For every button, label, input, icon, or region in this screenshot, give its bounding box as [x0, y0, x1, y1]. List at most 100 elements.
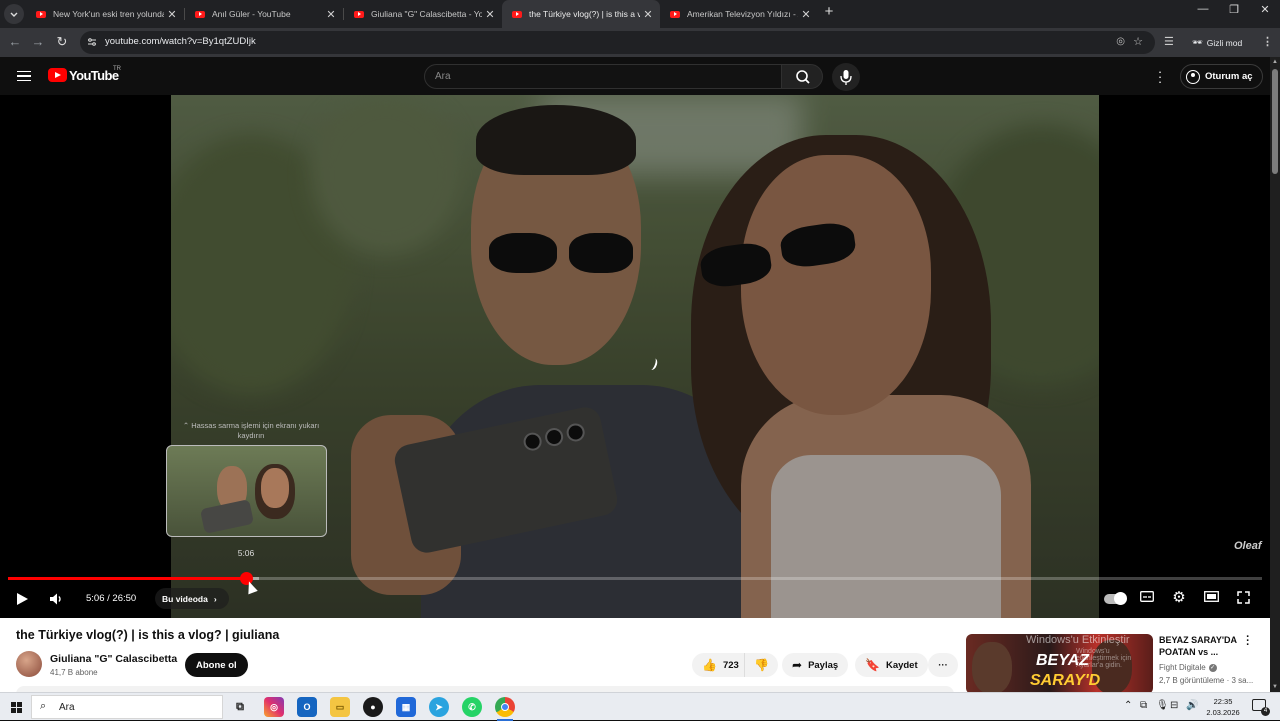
scroll-down-icon[interactable]: ▼ [1272, 684, 1278, 690]
address-bar[interactable]: youtube.com/watch?v=By1qtZUDIjk ◎ ☆ [80, 31, 1155, 54]
microphone-tray-icon[interactable]: 🎙 [1156, 700, 1169, 711]
reload-icon[interactable]: ↻ [53, 34, 71, 50]
search-icon: ⌕ [40, 700, 47, 712]
tray-app-icon[interactable]: ⧉ [1140, 700, 1147, 711]
volume-icon[interactable] [49, 592, 63, 606]
scroll-up-icon[interactable]: ▲ [1272, 59, 1278, 65]
incognito-indicator[interactable]: 🕶 Gizli mod [1186, 33, 1248, 52]
youtube-favicon-icon [512, 10, 522, 18]
trello-icon[interactable]: ▦ [396, 697, 416, 717]
site-info-icon[interactable] [87, 37, 97, 47]
incognito-browser-icon[interactable]: ● [363, 697, 383, 717]
browser-tab[interactable]: Giuliana "G" Calascibetta - You ✕ [344, 0, 502, 28]
recommendation-channel-name: Fight Digitale [1159, 663, 1206, 672]
chrome-icon[interactable] [495, 697, 515, 721]
autoplay-toggle[interactable] [1104, 592, 1127, 605]
subscribe-button[interactable]: Abone ol [185, 653, 248, 677]
close-tab-icon[interactable]: ✕ [798, 8, 814, 21]
search-button[interactable] [781, 64, 823, 89]
browser-toolbar: ← → ↻ youtube.com/watch?v=By1qtZUDIjk ◎ … [0, 28, 1280, 57]
search-icon [796, 70, 810, 84]
bookmark-star-icon[interactable]: ☆ [1133, 35, 1143, 48]
channel-watermark[interactable]: Oleaf [1234, 540, 1262, 552]
youtube-favicon-icon [195, 10, 205, 18]
subscriber-count: 41,7 B abone [50, 668, 98, 677]
recommendation-menu-icon[interactable]: · · · [1244, 632, 1252, 651]
video-frame[interactable] [171, 95, 1099, 618]
more-actions-button[interactable]: ··· [928, 653, 958, 677]
restore-window-icon[interactable]: ❐ [1224, 3, 1244, 16]
browser-tab-active[interactable]: the Türkiye vlog(?) | is this a vlo ✕ [502, 0, 660, 28]
close-tab-icon[interactable]: ✕ [482, 8, 498, 21]
minimize-window-icon[interactable]: — [1193, 3, 1213, 15]
recommendation-title[interactable]: BEYAZ SARAY'DA POATAN vs ... [1159, 634, 1237, 658]
browser-tab[interactable]: Anıl Güler - YouTube ✕ [185, 0, 343, 28]
whatsapp-icon[interactable]: ✆ [462, 697, 482, 717]
subtitles-icon[interactable] [1138, 591, 1156, 605]
tracking-protection-eye-icon[interactable]: ◎ [1116, 36, 1125, 47]
scrollbar-thumb[interactable] [1272, 69, 1278, 174]
close-tab-icon[interactable]: ✕ [164, 8, 180, 21]
search-input[interactable]: Ara [424, 64, 782, 89]
windows-activation-watermark-sub: Windows'u etkinleştirmek için Ayarlar'a … [1076, 648, 1132, 669]
system-clock[interactable]: 22:35 2.03.2026 [1200, 696, 1246, 718]
forward-arrow-icon[interactable]: → [29, 34, 47, 49]
task-view-icon[interactable]: ⧉ [230, 697, 250, 717]
chapter-button[interactable]: Bu videoda › [155, 588, 229, 609]
like-button[interactable]: 👍 723 [692, 653, 747, 677]
network-icon[interactable]: ⊟ [1170, 700, 1178, 711]
channel-name[interactable]: Giuliana "G" Calascibetta [50, 653, 177, 665]
recommendation-channel[interactable]: Fight Digitale ✓ [1159, 663, 1217, 672]
taskbar-search-placeholder: Ara [59, 702, 75, 713]
settings-kebab-icon[interactable]: · · · [1156, 65, 1164, 88]
file-explorer-icon[interactable]: ▭ [330, 697, 350, 717]
youtube-favicon-icon [354, 10, 364, 18]
windows-taskbar: ⌕ Ara ⧉ ◎ O ▭ ● ▦ ➤ ✆ ⌃ ⧉ 🎙 ⊟ 🔊 22:35 2.… [0, 692, 1280, 721]
volume-tray-icon[interactable]: 🔊 [1186, 700, 1198, 711]
settings-gear-icon[interactable]: ⚙ [1170, 588, 1188, 606]
tab-title: New York'un eski tren yolunda [53, 9, 164, 19]
browser-tab[interactable]: New York'un eski tren yolunda ✕ [26, 0, 184, 28]
dislike-button[interactable]: 👎 [744, 653, 778, 677]
browser-menu-icon[interactable]: ⋮ [1262, 35, 1273, 48]
miniplayer-icon[interactable] [1202, 591, 1220, 605]
sign-in-button[interactable]: Oturum aç [1180, 64, 1263, 89]
share-label: Paylaş [808, 659, 839, 671]
page-scrollbar[interactable]: ▲ ▼ [1270, 57, 1280, 692]
clock-date: 2.03.2026 [1206, 708, 1240, 717]
progress-bar[interactable] [8, 572, 1262, 585]
fullscreen-icon[interactable] [1234, 591, 1252, 607]
like-count: 723 [722, 659, 739, 671]
back-arrow-icon[interactable]: ← [6, 34, 24, 49]
voice-search-button[interactable] [832, 63, 860, 91]
video-player[interactable]: Oleaf ⌃ Hassas sarma işlemi için ekranı … [0, 95, 1270, 618]
windows-start-icon[interactable] [11, 702, 22, 713]
telegram-icon[interactable]: ➤ [429, 697, 449, 717]
close-window-icon[interactable]: ✕ [1255, 3, 1275, 16]
outlook-icon[interactable]: O [297, 697, 317, 717]
url-text: youtube.com/watch?v=By1qtZUDIjk [105, 36, 256, 47]
youtube-wordmark[interactable]: YouTube [69, 68, 119, 83]
share-button[interactable]: ➦ Paylaş [782, 653, 849, 677]
new-tab-icon[interactable]: + [822, 3, 836, 20]
hamburger-menu-icon[interactable] [17, 71, 31, 81]
close-tab-icon[interactable]: ✕ [640, 8, 656, 21]
notification-badge: 4 [1261, 707, 1270, 716]
save-button[interactable]: 🔖 Kaydet [855, 653, 928, 677]
tab-search-button[interactable] [4, 4, 24, 24]
play-icon[interactable] [17, 593, 28, 605]
youtube-masthead: YouTube TR Ara · · · Oturum aç [0, 57, 1270, 95]
channel-avatar[interactable] [16, 651, 42, 677]
youtube-favicon-icon [36, 10, 46, 18]
tab-title: the Türkiye vlog(?) | is this a vlo [529, 9, 640, 19]
instagram-icon[interactable]: ◎ [264, 697, 284, 717]
youtube-logo-icon[interactable] [48, 68, 67, 82]
media-control-icon[interactable]: ☰ [1164, 35, 1174, 48]
tab-title: Amerikan Televizyon Yıldızı - Ay [687, 9, 798, 19]
tray-overflow-icon[interactable]: ⌃ [1124, 700, 1132, 711]
browser-tab[interactable]: Amerikan Televizyon Yıldızı - Ay ✕ [660, 0, 818, 28]
taskbar-search-input[interactable]: ⌕ Ara [31, 695, 223, 719]
close-tab-icon[interactable]: ✕ [323, 8, 339, 21]
recommendation-thumbnail[interactable]: BEYAZ SARAY'D Windows'u Etkinleştir Wind… [966, 634, 1153, 694]
tab-title: Giuliana "G" Calascibetta - You [371, 9, 482, 19]
